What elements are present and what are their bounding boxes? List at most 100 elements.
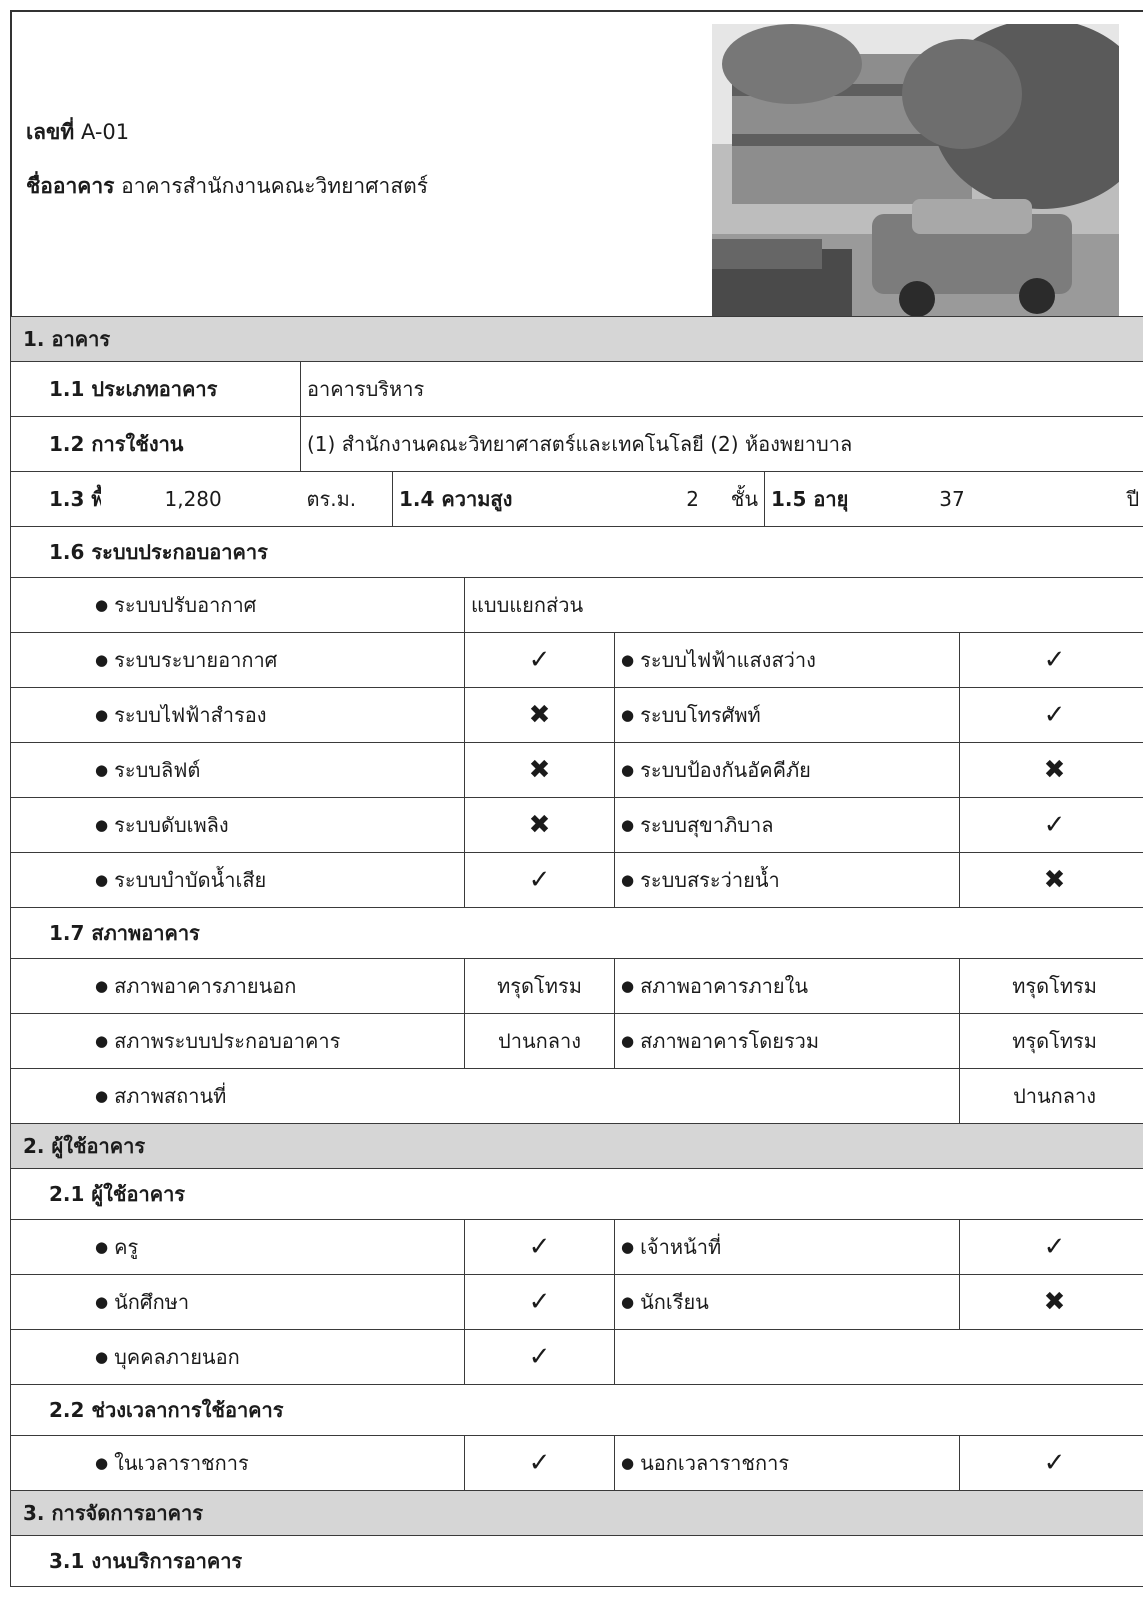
name-value: อาคารสำนักงานคณะวิทยาศาสตร์ (121, 174, 429, 198)
number-value: A-01 (80, 120, 130, 144)
type-label: 1.1 ประเภทอาคาร (10, 361, 301, 417)
building-name: ชื่ออาคาร อาคารสำนักงานคณะวิทยาศาสตร์ (26, 170, 428, 203)
height-label: 1.4 ความสูง (392, 471, 615, 527)
empty-cell (613, 1329, 1143, 1385)
area-label: 1.3 พื้นที่ (10, 471, 101, 527)
site-value: ปานกลาง (958, 1068, 1143, 1124)
system-right-mark: ✖ (958, 742, 1143, 798)
system-left-label: ระบบบำบัดน้ำเสีย (10, 852, 465, 908)
condition-left-value: ปานกลาง (464, 1013, 615, 1069)
system-right-mark: ✖ (958, 852, 1143, 908)
condition-right-value: ทรุดโทรม (958, 1013, 1143, 1069)
condition-left-label: สภาพระบบประกอบอาคาร (10, 1013, 465, 1069)
subsection-systems: 1.6 ระบบประกอบอาคาร (9, 526, 1143, 578)
system-row: ระบบบำบัดน้ำเสีย ✓ ระบบสระว่ายน้ำ ✖ (10, 852, 1143, 908)
site-label: สภาพสถานที่ (10, 1068, 960, 1124)
user-left-label: นักศึกษา (10, 1274, 465, 1330)
section-title: 2. ผู้ใช้อาคาร (9, 1123, 1143, 1169)
condition-left-value: ทรุดโทรม (464, 958, 615, 1014)
user-left-label: ครู (10, 1219, 465, 1275)
condition-row: สภาพอาคารภายนอก ทรุดโทรม สภาพอาคารภายใน … (10, 958, 1143, 1014)
user-right-mark: ✓ (958, 1219, 1143, 1275)
subsection-service: 3.1 งานบริการอาคาร (9, 1535, 1143, 1587)
system-left-mark: ✖ (464, 742, 615, 798)
subsection-title: 1.7 สภาพอาคาร (9, 907, 1143, 959)
system-row: ระบบดับเพลิง ✖ ระบบสุขาภิบาล ✓ (10, 797, 1143, 853)
height-unit: ชั้น (730, 487, 758, 511)
system-right-label: ระบบไฟฟ้าแสงสว่าง (614, 632, 960, 688)
subsection-title: 1.6 ระบบประกอบอาคาร (9, 526, 1143, 578)
system-left-label: ระบบไฟฟ้าสำรอง (10, 687, 465, 743)
age-unit: ปี (1029, 471, 1143, 527)
age-value: 37 (874, 471, 1030, 527)
subsection-condition: 1.7 สภาพอาคาร (9, 907, 1143, 959)
section-title: 3. การจัดการอาคาร (9, 1490, 1143, 1536)
number-label: เลขที่ (26, 120, 75, 144)
system-right-label: ระบบสุขาภิบาล (614, 797, 960, 853)
area-value: 1,280 (100, 471, 301, 527)
system-left-mark: ✖ (464, 797, 615, 853)
subsection-users: 2.1 ผู้ใช้อาคาร (9, 1168, 1143, 1220)
in-hours-mark: ✓ (464, 1435, 615, 1491)
user-right-label: เจ้าหน้าที่ (614, 1219, 960, 1275)
condition-right-label: สภาพอาคารโดยรวม (614, 1013, 960, 1069)
area-unit: ตร.ม. (300, 471, 393, 527)
system-right-label: ระบบสระว่ายน้ำ (614, 852, 960, 908)
subsection-title: 2.1 ผู้ใช้อาคาร (9, 1168, 1143, 1220)
height-value: 2 (686, 487, 699, 511)
row-ac: ระบบปรับอากาศ แบบแยกส่วน (10, 577, 1143, 633)
usage-label: 1.2 การใช้งาน (10, 416, 301, 472)
system-left-label: ระบบลิฟต์ (10, 742, 465, 798)
header-block: เลขที่ A-01 ชื่ออาคาร อาคารสำนักงานคณะวิ… (10, 10, 1143, 328)
subsection-time: 2.2 ช่วงเวลาการใช้อาคาร (9, 1384, 1143, 1436)
building-photo (712, 24, 1119, 328)
out-hours-label: นอกเวลาราชการ (614, 1435, 960, 1491)
system-left-label: ระบบระบายอากาศ (10, 632, 465, 688)
condition-row: สภาพระบบประกอบอาคาร ปานกลาง สภาพอาคารโดย… (10, 1013, 1143, 1069)
row-time: ในเวลาราชการ ✓ นอกเวลาราชการ ✓ (10, 1435, 1143, 1491)
system-right-mark: ✓ (958, 632, 1143, 688)
row-outsider: บุคคลภายนอก ✓ (10, 1329, 1143, 1385)
subsection-title: 2.2 ช่วงเวลาการใช้อาคาร (9, 1384, 1143, 1436)
outsider-mark: ✓ (464, 1329, 615, 1385)
system-right-label: ระบบโทรศัพท์ (614, 687, 960, 743)
system-right-mark: ✓ (958, 797, 1143, 853)
section-title: 1. อาคาร (9, 316, 1143, 362)
out-hours-mark: ✓ (958, 1435, 1143, 1491)
row-site-condition: สภาพสถานที่ ปานกลาง (10, 1068, 1143, 1124)
section-users: 2. ผู้ใช้อาคาร (9, 1123, 1143, 1169)
subsection-title: 3.1 งานบริการอาคาร (9, 1535, 1143, 1587)
row-area-height-age: 1.3 พื้นที่ 1,280 ตร.ม. 1.4 ความสูง 2 ชั… (10, 471, 1143, 527)
system-row: ระบบไฟฟ้าสำรอง ✖ ระบบโทรศัพท์ ✓ (10, 687, 1143, 743)
system-right-mark: ✓ (958, 687, 1143, 743)
section-building: 1. อาคาร (9, 316, 1143, 362)
condition-right-value: ทรุดโทรม (958, 958, 1143, 1014)
age-label: 1.5 อายุ (764, 471, 875, 527)
system-left-mark: ✖ (464, 687, 615, 743)
outsider-label: บุคคลภายนอก (10, 1329, 465, 1385)
height-cell: 2 ชั้น (614, 471, 765, 527)
row-usage: 1.2 การใช้งาน (1) สำนักงานคณะวิทยาศาสตร์… (10, 416, 1143, 472)
condition-left-label: สภาพอาคารภายนอก (10, 958, 465, 1014)
system-left-mark: ✓ (464, 632, 615, 688)
system-row: ระบบลิฟต์ ✖ ระบบป้องกันอัคคีภัย ✖ (10, 742, 1143, 798)
user-right-label: นักเรียน (614, 1274, 960, 1330)
system-left-label: ระบบดับเพลิง (10, 797, 465, 853)
condition-right-label: สภาพอาคารภายใน (614, 958, 960, 1014)
in-hours-label: ในเวลาราชการ (10, 1435, 465, 1491)
name-label: ชื่ออาคาร (26, 174, 115, 198)
user-row: ครู ✓ เจ้าหน้าที่ ✓ (10, 1219, 1143, 1275)
section-management: 3. การจัดการอาคาร (9, 1490, 1143, 1536)
user-left-mark: ✓ (464, 1274, 615, 1330)
system-row: ระบบระบายอากาศ ✓ ระบบไฟฟ้าแสงสว่าง ✓ (10, 632, 1143, 688)
type-value: อาคารบริหาร (299, 361, 1143, 417)
building-form-table: 1. อาคาร 1.1 ประเภทอาคาร อาคารบริหาร 1.2… (9, 316, 1143, 1587)
system-left-mark: ✓ (464, 852, 615, 908)
building-number: เลขที่ A-01 (26, 116, 129, 149)
user-left-mark: ✓ (464, 1219, 615, 1275)
ac-value: แบบแยกส่วน (463, 577, 1143, 633)
row-building-type: 1.1 ประเภทอาคาร อาคารบริหาร (10, 361, 1143, 417)
user-right-mark: ✖ (958, 1274, 1143, 1330)
usage-value: (1) สำนักงานคณะวิทยาศาสตร์และเทคโนโลยี (… (299, 416, 1143, 472)
ac-label: ระบบปรับอากาศ (10, 577, 465, 633)
